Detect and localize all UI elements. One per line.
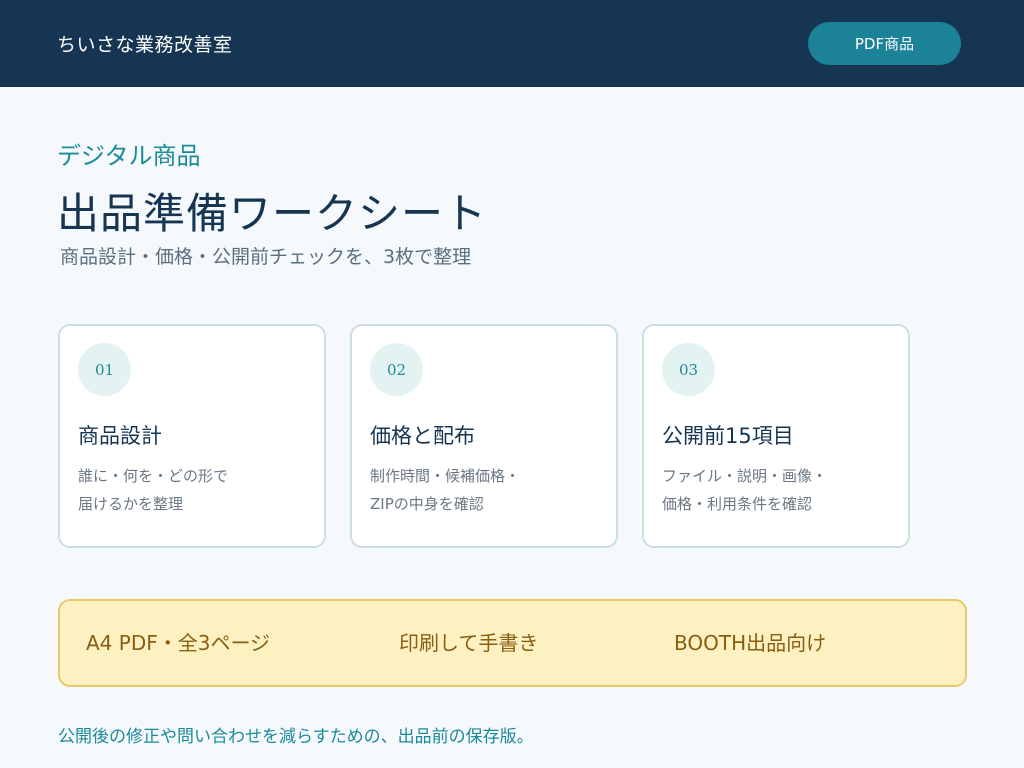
step-number-badge: 02 [370, 343, 423, 396]
card-title: 価格と配布 [370, 424, 475, 448]
brand-name: ちいさな業務改善室 [57, 34, 233, 56]
card-description-line: ファイル・説明・画像・ [662, 467, 828, 485]
card-description-line: ZIPの中身を確認 [370, 495, 484, 513]
page-title: 出品準備ワークシート [57, 189, 488, 238]
top-bar: ちいさな業務改善室 PDF商品 [0, 0, 1024, 87]
pdf-products-button[interactable]: PDF商品 [808, 22, 961, 65]
page-subtitle: 商品設計・価格・公開前チェックを、3枚で整理 [60, 246, 472, 268]
banner-format: A4 PDF・全3ページ [86, 631, 271, 655]
step-number-badge: 03 [662, 343, 715, 396]
card-description-line: 価格・利用条件を確認 [662, 495, 813, 513]
card-description: ファイル・説明・画像・ 価格・利用条件を確認 [662, 462, 902, 518]
card-prepublish-check: 03 公開前15項目 ファイル・説明・画像・ 価格・利用条件を確認 [642, 324, 910, 548]
card-title: 公開前15項目 [662, 424, 794, 448]
card-description-line: 届けるかを整理 [78, 495, 184, 513]
card-description: 誰に・何を・どの形で 届けるかを整理 [78, 462, 318, 518]
footer-note: 公開後の修正や問い合わせを減らすための、出品前の保存版。 [58, 727, 534, 747]
card-title: 商品設計 [78, 424, 162, 448]
card-description: 制作時間・候補価格・ ZIPの中身を確認 [370, 462, 610, 518]
card-description-line: 制作時間・候補価格・ [370, 467, 521, 485]
spec-banner: A4 PDF・全3ページ 印刷して手書き BOOTH出品向け [58, 599, 967, 687]
card-product-design: 01 商品設計 誰に・何を・どの形で 届けるかを整理 [58, 324, 326, 548]
banner-target: BOOTH出品向け [674, 631, 827, 655]
eyebrow-label: デジタル商品 [57, 142, 201, 170]
card-price-distribution: 02 価格と配布 制作時間・候補価格・ ZIPの中身を確認 [350, 324, 618, 548]
step-number-badge: 01 [78, 343, 131, 396]
banner-usage: 印刷して手書き [399, 631, 539, 655]
card-description-line: 誰に・何を・どの形で [78, 467, 229, 485]
